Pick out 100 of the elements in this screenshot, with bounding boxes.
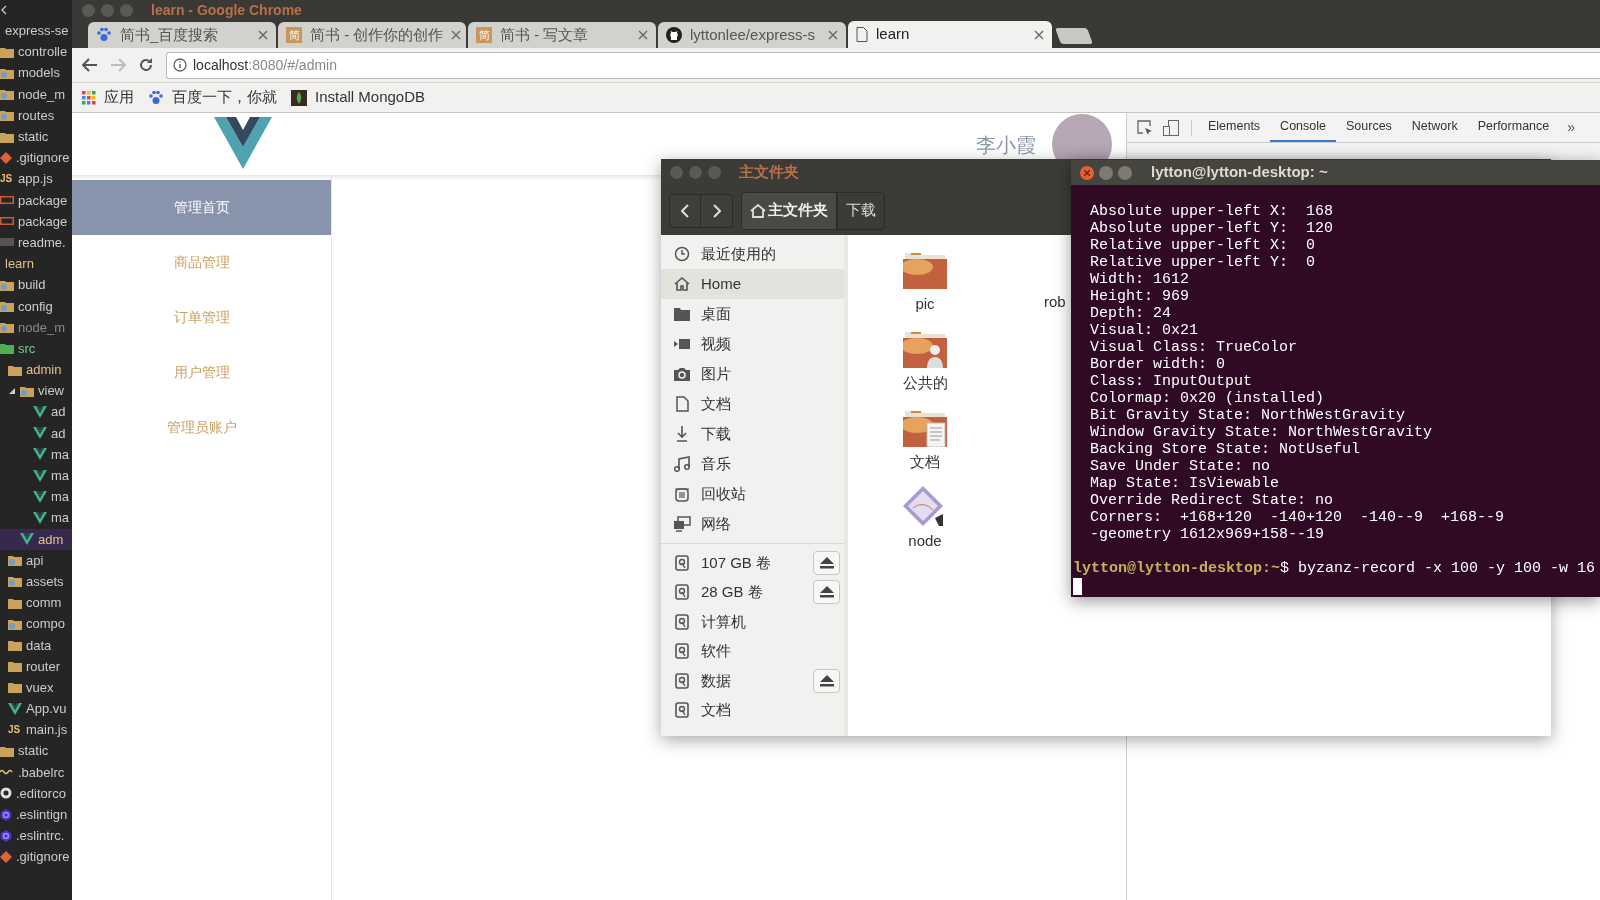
sidebar-item[interactable]: 最近使用的	[661, 239, 844, 269]
browser-tab[interactable]: 简书_百度搜索	[88, 22, 276, 48]
eject-button[interactable]	[813, 550, 840, 575]
back-arrow-icon[interactable]	[82, 58, 98, 72]
terminal-output-line: Absolute upper-left Y: 120	[1090, 220, 1335, 237]
file-tree-item[interactable]: assets	[0, 570, 72, 593]
file-tree-item[interactable]: router	[0, 655, 72, 677]
v-shape-icon	[33, 405, 47, 418]
file-tree-item[interactable]: node_m	[0, 83, 72, 105]
sidebar-item[interactable]: 下载	[661, 419, 844, 449]
eject-button[interactable]	[813, 580, 840, 605]
file-tree-item[interactable]: vuex	[0, 676, 72, 698]
bookmark[interactable]: 百度一下，你就	[148, 86, 277, 109]
sidebar-item[interactable]: 28 GB 卷	[661, 577, 844, 607]
file-tree-item[interactable]: view	[0, 380, 72, 402]
sidebar-item[interactable]: 图片	[661, 359, 844, 389]
browser-tab[interactable]: learn	[848, 21, 1052, 48]
devtools-tab[interactable]: Elements	[1198, 113, 1271, 142]
file-tree-item[interactable]: .babelrc	[0, 761, 72, 783]
browser-tab[interactable]: 简 简书 - 写文章	[468, 22, 656, 48]
file-tree-item[interactable]: ma	[0, 443, 72, 465]
file-tree-item[interactable]: controlle	[0, 41, 72, 63]
forward-button[interactable]	[701, 193, 733, 228]
folder-icon	[0, 321, 14, 334]
bookmark[interactable]: Install MongoDB	[291, 86, 426, 109]
file-tree-item[interactable]: .eslintign	[0, 803, 72, 826]
file-tree-item[interactable]: routes	[0, 104, 72, 126]
sidebar-item[interactable]: 桌面	[661, 299, 844, 329]
file-tree-item[interactable]: JS main.js	[0, 719, 72, 741]
file-tree-item[interactable]: config	[0, 295, 72, 317]
file-tree-item[interactable]: data	[0, 634, 72, 656]
file-item[interactable]: node	[882, 480, 968, 559]
v-shape-icon	[33, 469, 47, 482]
file-tree-item[interactable]: admin	[0, 359, 72, 381]
sidebar-item[interactable]: Home	[661, 269, 844, 299]
new-tab-button[interactable]	[1055, 28, 1093, 44]
path-button[interactable]: 下载	[837, 191, 885, 230]
folder-icon	[0, 300, 14, 313]
file-tree-item[interactable]: .editorco	[0, 782, 72, 804]
bookmark[interactable]: 应用	[82, 86, 134, 109]
eject-button[interactable]	[813, 668, 840, 693]
sidebar-item[interactable]: 视频	[661, 329, 844, 359]
file-tree-item[interactable]: ma	[0, 507, 72, 529]
js-file-icon: JS	[8, 722, 22, 738]
file-tree-item[interactable]: learn	[0, 253, 72, 275]
browser-tab[interactable]: 简 简书 - 创作你的创作	[278, 22, 466, 48]
file-tree-item[interactable]: package	[0, 210, 72, 232]
file-tree-item[interactable]: ma	[0, 486, 72, 508]
file-tree-item[interactable]: ad	[0, 401, 72, 423]
file-tree-item[interactable]: static	[0, 740, 72, 762]
chevron-left-icon[interactable]	[1, 5, 7, 15]
browser-tab[interactable]: lyttonlee/express-s	[658, 22, 846, 48]
file-item[interactable]: 文档	[882, 401, 968, 480]
close-icon	[451, 30, 462, 40]
file-tree-item[interactable]: comm	[0, 592, 72, 614]
window-title: lytton@lytton-desktop: ~	[1151, 162, 1328, 183]
address-field[interactable]: localhost:8080/#/admin	[166, 51, 1600, 79]
file-tree-item[interactable]: static	[0, 125, 72, 148]
folder-icon	[20, 384, 34, 397]
file-tree-item[interactable]: JS app.js	[0, 168, 72, 190]
sidebar-item[interactable]: 网络	[661, 509, 844, 539]
file-tree-item[interactable]: build	[0, 274, 72, 296]
file-tree-item[interactable]: ma	[0, 464, 72, 487]
file-tree-item[interactable]: .eslintrc.	[0, 825, 72, 847]
sidebar-item[interactable]: 107 GB 卷	[661, 548, 844, 578]
chevron-right-icon	[712, 203, 721, 218]
path-button[interactable]: 主文件夹	[741, 191, 837, 230]
sidebar-item[interactable]: 回收站	[661, 479, 844, 509]
devtools-tab[interactable]: Network	[1401, 113, 1468, 142]
file-tree-item[interactable]: ad	[0, 422, 72, 444]
file-label[interactable]: rob	[1044, 293, 1066, 310]
file-tree-item[interactable]: src	[0, 337, 72, 359]
terminal-output-line: Override Redirect State: no	[1090, 492, 1335, 509]
file-tree-item[interactable]: api	[0, 549, 72, 571]
file-tree-item[interactable]: express-se	[0, 20, 72, 42]
devtools-tab[interactable]: Performance	[1467, 113, 1560, 142]
file-tree-item[interactable]: .gitignore	[0, 147, 72, 169]
sidebar-item[interactable]: 数据	[661, 666, 844, 696]
close-button[interactable]	[1080, 165, 1094, 180]
sidebar-item[interactable]: 文档	[661, 389, 844, 419]
file-item[interactable]: pic	[882, 243, 968, 322]
file-tree-item[interactable]: adm	[0, 528, 72, 550]
file-tree-item[interactable]: package	[0, 189, 72, 211]
back-button[interactable]	[669, 193, 701, 228]
video-icon	[674, 338, 690, 350]
file-tree-item[interactable]: models	[0, 62, 72, 84]
more-tabs-button[interactable]: »	[1559, 113, 1584, 142]
sidebar-item[interactable]: 软件	[661, 636, 844, 666]
info-icon[interactable]	[173, 58, 187, 72]
sidebar-item[interactable]: 计算机	[661, 607, 844, 637]
devtools-tab[interactable]: Sources	[1336, 113, 1402, 142]
sidebar-item[interactable]: 文档	[661, 695, 844, 725]
file-tree-item[interactable]: compo	[0, 613, 72, 635]
file-tree-item[interactable]: App.vu	[0, 698, 72, 720]
file-tree-item[interactable]: .gitignore	[0, 846, 72, 868]
file-tree-item[interactable]: node_m	[0, 316, 72, 338]
file-tree-item[interactable]: readme.	[0, 231, 72, 254]
sidebar-item[interactable]: 音乐	[661, 449, 844, 479]
file-item[interactable]: 公共的	[882, 322, 968, 401]
reload-icon[interactable]	[138, 57, 154, 73]
